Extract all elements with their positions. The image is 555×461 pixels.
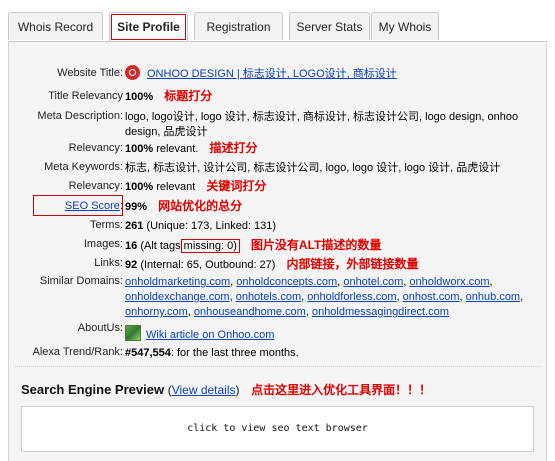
similar-domain-link[interactable]: onholdexchange.com — [125, 291, 230, 303]
site-profile-panel: Website Title: ONHOO DESIGN | 标志设计, LOGO… — [8, 42, 547, 461]
alexa-label: Alexa Trend/Rank: — [32, 346, 124, 358]
preview-note: 点击这里进入优化工具界面！！！ — [251, 383, 432, 397]
similar-domain-link[interactable]: onhorny.com — [125, 306, 188, 318]
title-relevancy-label: Title Relevancy — [48, 90, 123, 102]
similar-domain-link[interactable]: onholdforless.com — [307, 291, 396, 303]
meta-description-label: Meta Description: — [37, 110, 123, 122]
website-title-label: Website Title: — [57, 67, 123, 79]
similar-domain-link[interactable]: onhouseandhome.com — [194, 306, 306, 318]
tab-label: Registration — [206, 20, 271, 34]
meta-keywords-value: 标志, 标志设计, 设计公司, 标志设计公司, logo, logo 设计, l… — [125, 162, 501, 174]
seo-score-note: 网站优化的总分 — [158, 199, 243, 213]
alexa-rank-value: #547,554 — [125, 347, 171, 359]
keyword-relevancy-value: 100% — [125, 181, 154, 193]
title-relevancy-note: 标题打分 — [164, 89, 213, 103]
alexa-detail: : for the last three months. — [170, 347, 299, 359]
about-us-label: AboutUs: — [77, 322, 123, 334]
terms-detail: (Unique: 173, Linked: 131) — [146, 220, 277, 232]
links-value: 92 — [125, 259, 138, 271]
seo-text-browser-label: click to view seo text browser — [187, 423, 368, 434]
similar-domain-link[interactable]: onholdmarketing.com — [125, 276, 230, 288]
similar-domains-list: onholdmarketing.com, onholdconcepts.com,… — [125, 276, 524, 318]
tab-label: Whois Record — [17, 20, 94, 34]
similar-domain-link[interactable]: onhotel.com — [343, 276, 403, 288]
images-value: 16 — [125, 240, 138, 252]
tab-label: Server Stats — [296, 20, 363, 34]
links-note: 内部链接，外部链接数量 — [286, 257, 419, 271]
seo-text-browser-box[interactable]: click to view seo text browser — [21, 406, 534, 452]
keyword-relevancy-label: Relevancy: — [68, 180, 123, 192]
similar-domain-link[interactable]: onholdworx.com — [409, 276, 489, 288]
similar-domain-link[interactable]: onhub.com — [466, 291, 520, 303]
images-detail: (Alt tags — [140, 240, 181, 252]
similar-domain-link[interactable]: onhost.com — [403, 291, 460, 303]
seo-score-link[interactable]: SEO Score — [65, 200, 120, 212]
keyword-relevancy-suffix: relevant — [156, 181, 196, 193]
keyword-relevancy-note: 关键词打分 — [206, 179, 267, 193]
description-relevancy-label: Relevancy: — [68, 142, 123, 154]
title-relevancy-value: 100% — [125, 91, 154, 103]
view-details-link[interactable]: View details — [172, 383, 236, 397]
website-title-value: ONHOO DESIGN | 标志设计, LOGO设计, 商标设计 — [125, 65, 525, 82]
images-missing-highlight: missing: 0) — [180, 239, 240, 253]
similar-domain-link[interactable]: onholdmessagingdirect.com — [312, 306, 449, 318]
images-note: 图片没有ALT描述的数量 — [250, 238, 382, 252]
tab-label: My Whois — [378, 20, 432, 34]
similar-domain-link[interactable]: onhotels.com — [236, 291, 301, 303]
links-detail: (Internal: 65, Outbound: 27) — [140, 259, 276, 271]
terms-label: Terms: — [90, 219, 123, 231]
tab-my-whois[interactable]: My Whois — [371, 12, 439, 40]
links-label: Links: — [94, 257, 123, 269]
tab-label: Site Profile — [117, 20, 180, 34]
meta-description-value: logo, logo设计, logo 设计, 标志设计, 商标设计, 标志设计公… — [125, 111, 519, 138]
description-relevancy-note: 描述打分 — [209, 141, 258, 155]
terms-value: 261 — [125, 220, 144, 232]
similar-domains-label: Similar Domains: — [39, 275, 123, 287]
tab-registration[interactable]: Registration — [194, 12, 283, 40]
search-engine-preview-heading: Search Engine Preview (View details) 点击这… — [21, 382, 432, 397]
seo-score-value: 99% — [125, 201, 148, 213]
tab-server-stats[interactable]: Server Stats — [289, 12, 370, 40]
site-logo-icon — [125, 65, 140, 80]
section-divider — [15, 366, 540, 367]
similar-domain-link[interactable]: onholdconcepts.com — [236, 276, 337, 288]
wiki-article-link[interactable]: Wiki article on Onhoo.com — [146, 329, 274, 341]
wiki-icon — [125, 325, 141, 341]
meta-keywords-label: Meta Keywords: — [44, 161, 123, 173]
tab-whois-record[interactable]: Whois Record — [8, 12, 103, 40]
description-relevancy-suffix: relevant. — [156, 143, 199, 155]
images-label: Images: — [83, 238, 123, 250]
website-title-link[interactable]: ONHOO DESIGN | 标志设计, LOGO设计, 商标设计 — [147, 68, 397, 80]
tab-site-profile[interactable]: Site Profile — [109, 12, 188, 42]
description-relevancy-value: 100% — [125, 143, 154, 155]
